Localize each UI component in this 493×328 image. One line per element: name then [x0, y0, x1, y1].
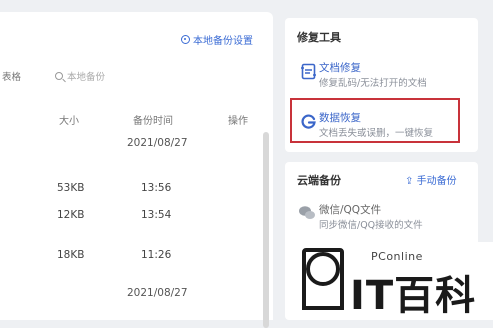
- wechat-qq-file-label: 微信/QQ文件: [319, 204, 382, 216]
- wechat-qq-file-desc: 同步微信/QQ接收的文件: [319, 220, 423, 231]
- manual-backup-label: 手动备份: [416, 176, 457, 187]
- search-placeholder: 本地备份: [67, 72, 106, 83]
- column-header-size: 大小: [59, 116, 79, 127]
- gear-icon: [181, 35, 190, 44]
- date-group-header: 2021/08/27: [127, 137, 188, 149]
- search-icon: [55, 72, 63, 80]
- column-header-time: 备份时间: [133, 116, 173, 127]
- watermark-brand-large: IT百科: [350, 273, 477, 319]
- scrollbar[interactable]: [263, 132, 269, 328]
- backup-time: 13:54: [141, 209, 172, 221]
- data-recovery-highlight: [290, 98, 460, 143]
- file-size: 12KB: [57, 209, 85, 221]
- column-header-action: 操作: [228, 116, 248, 127]
- local-backup-settings-label: 本地备份设置: [193, 36, 253, 47]
- search-input[interactable]: 本地备份: [55, 69, 105, 83]
- document-repair-icon: [301, 63, 316, 80]
- document-repair-label: 文档修复: [319, 62, 361, 74]
- date-group-header: 2021/08/27: [127, 287, 188, 299]
- wechat-qq-icon: [299, 206, 315, 219]
- backup-time: 11:26: [141, 249, 172, 261]
- local-backup-settings-link[interactable]: 本地备份设置: [181, 32, 253, 47]
- file-size: 18KB: [57, 249, 85, 261]
- document-repair-desc: 修复乱码/无法打开的文档: [319, 78, 427, 89]
- cloud-backup-title: 云端备份: [297, 174, 341, 187]
- backup-time: 13:56: [141, 182, 172, 194]
- pconline-logo-ring: [306, 252, 340, 286]
- manual-backup-button[interactable]: ⇪ 手动备份: [405, 172, 457, 187]
- file-size: 53KB: [57, 182, 85, 194]
- watermark-brand-small: PConline: [371, 250, 423, 263]
- upload-icon: ⇪: [405, 176, 414, 187]
- filter-table-tab[interactable]: 表格: [2, 69, 21, 83]
- repair-tools-title: 修复工具: [297, 31, 341, 44]
- local-backup-panel: 本地备份设置 表格 本地备份 大小 备份时间 操作 2021/08/27 53K…: [0, 12, 273, 328]
